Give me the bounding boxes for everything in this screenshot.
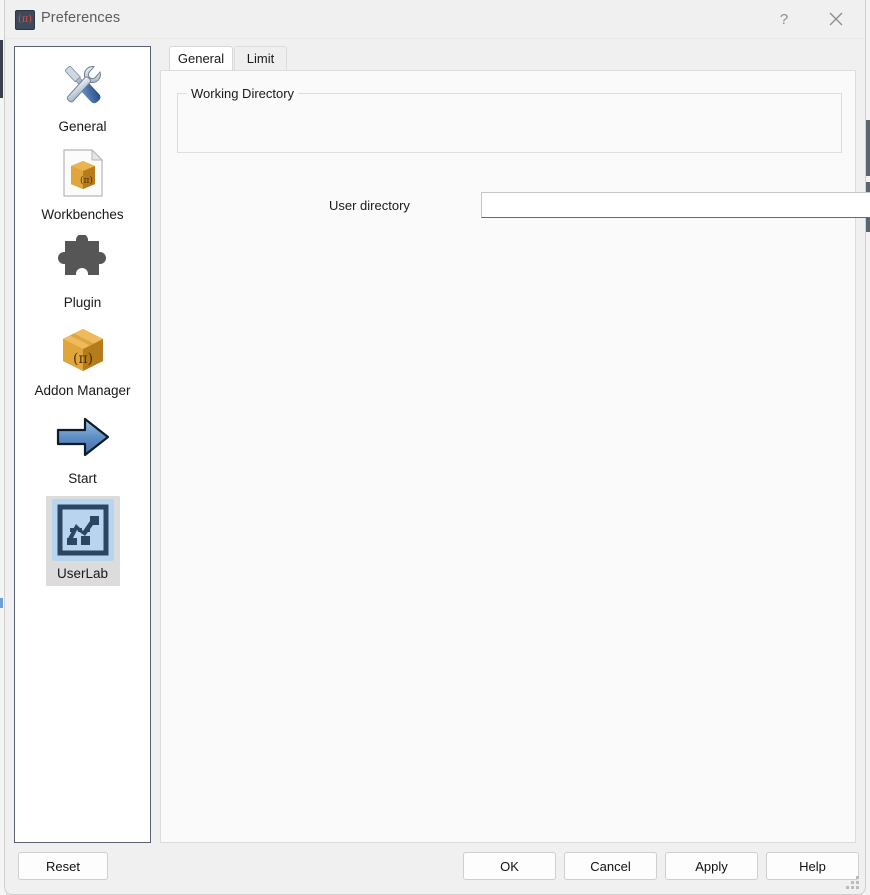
- preferences-content: General Limit Working Directory User dir…: [160, 46, 856, 843]
- sidebar-item-start[interactable]: Start: [15, 399, 150, 487]
- userlab-chart-icon: [52, 499, 114, 561]
- close-glyph: [829, 12, 843, 26]
- dialog-footer: Reset OK Cancel Apply Help: [5, 842, 865, 894]
- resize-grip[interactable]: [846, 876, 860, 890]
- sidebar-item-label: Start: [64, 470, 101, 487]
- tab-general[interactable]: General: [169, 46, 233, 70]
- sidebar-item-label: General: [54, 118, 110, 135]
- group-legend: Working Directory: [187, 86, 298, 101]
- user-directory-label: User directory: [329, 198, 410, 213]
- blue-arrow-right-icon: [54, 408, 112, 466]
- sidebar-item-general[interactable]: General: [15, 47, 150, 135]
- preferences-category-list[interactable]: General (π): [14, 46, 151, 843]
- sidebar-item-label: Plugin: [60, 294, 106, 311]
- window-title: Preferences: [41, 10, 120, 26]
- help-icon[interactable]: ?: [761, 0, 807, 38]
- cancel-button[interactable]: Cancel: [564, 852, 657, 880]
- button-label: Help: [799, 859, 826, 874]
- preferences-dialog: (π) Preferences ?: [4, 0, 866, 895]
- user-directory-input[interactable]: [481, 192, 870, 218]
- tab-label: General: [178, 51, 224, 66]
- ok-button[interactable]: OK: [463, 852, 556, 880]
- reset-button[interactable]: Reset: [18, 852, 108, 880]
- sidebar-item-label: Addon Manager: [30, 382, 134, 399]
- button-label: Cancel: [590, 859, 630, 874]
- help-glyph: ?: [780, 11, 788, 28]
- svg-text:(π): (π): [80, 175, 93, 186]
- sidebar-item-workbenches[interactable]: (π) Workbenches: [15, 135, 150, 223]
- apply-button[interactable]: Apply: [665, 852, 758, 880]
- sidebar-item-userlab[interactable]: UserLab: [15, 487, 150, 586]
- tools-wrench-screwdriver-icon: [54, 56, 112, 114]
- workbench-package-document-icon: (π): [54, 144, 112, 202]
- title-bar: (π) Preferences ?: [5, 0, 865, 39]
- sidebar-item-label: Workbenches: [37, 206, 127, 223]
- addon-box-icon: (π): [54, 320, 112, 378]
- freecad-pi-icon: (π): [15, 10, 35, 30]
- button-label: Apply: [695, 859, 728, 874]
- working-directory-group: Working Directory: [177, 93, 842, 153]
- puzzle-piece-icon: [54, 232, 112, 290]
- screen: (π) Preferences ?: [0, 0, 870, 895]
- sidebar-item-plugin[interactable]: Plugin: [15, 223, 150, 311]
- tab-bar: General Limit: [160, 46, 856, 70]
- sidebar-item-addon-manager[interactable]: (π) Addon Manager: [15, 311, 150, 399]
- dialog-body: General (π): [5, 38, 865, 842]
- sidebar-item-selection-highlight: UserLab: [46, 496, 120, 586]
- close-icon[interactable]: [813, 0, 859, 38]
- tab-panel-general: Working Directory User directory: [160, 70, 856, 843]
- svg-text:(π): (π): [73, 351, 93, 367]
- button-label: OK: [500, 859, 519, 874]
- button-label: Reset: [46, 859, 80, 874]
- tab-limit[interactable]: Limit: [234, 46, 287, 70]
- sidebar-item-label: UserLab: [53, 565, 112, 582]
- tab-label: Limit: [247, 51, 274, 66]
